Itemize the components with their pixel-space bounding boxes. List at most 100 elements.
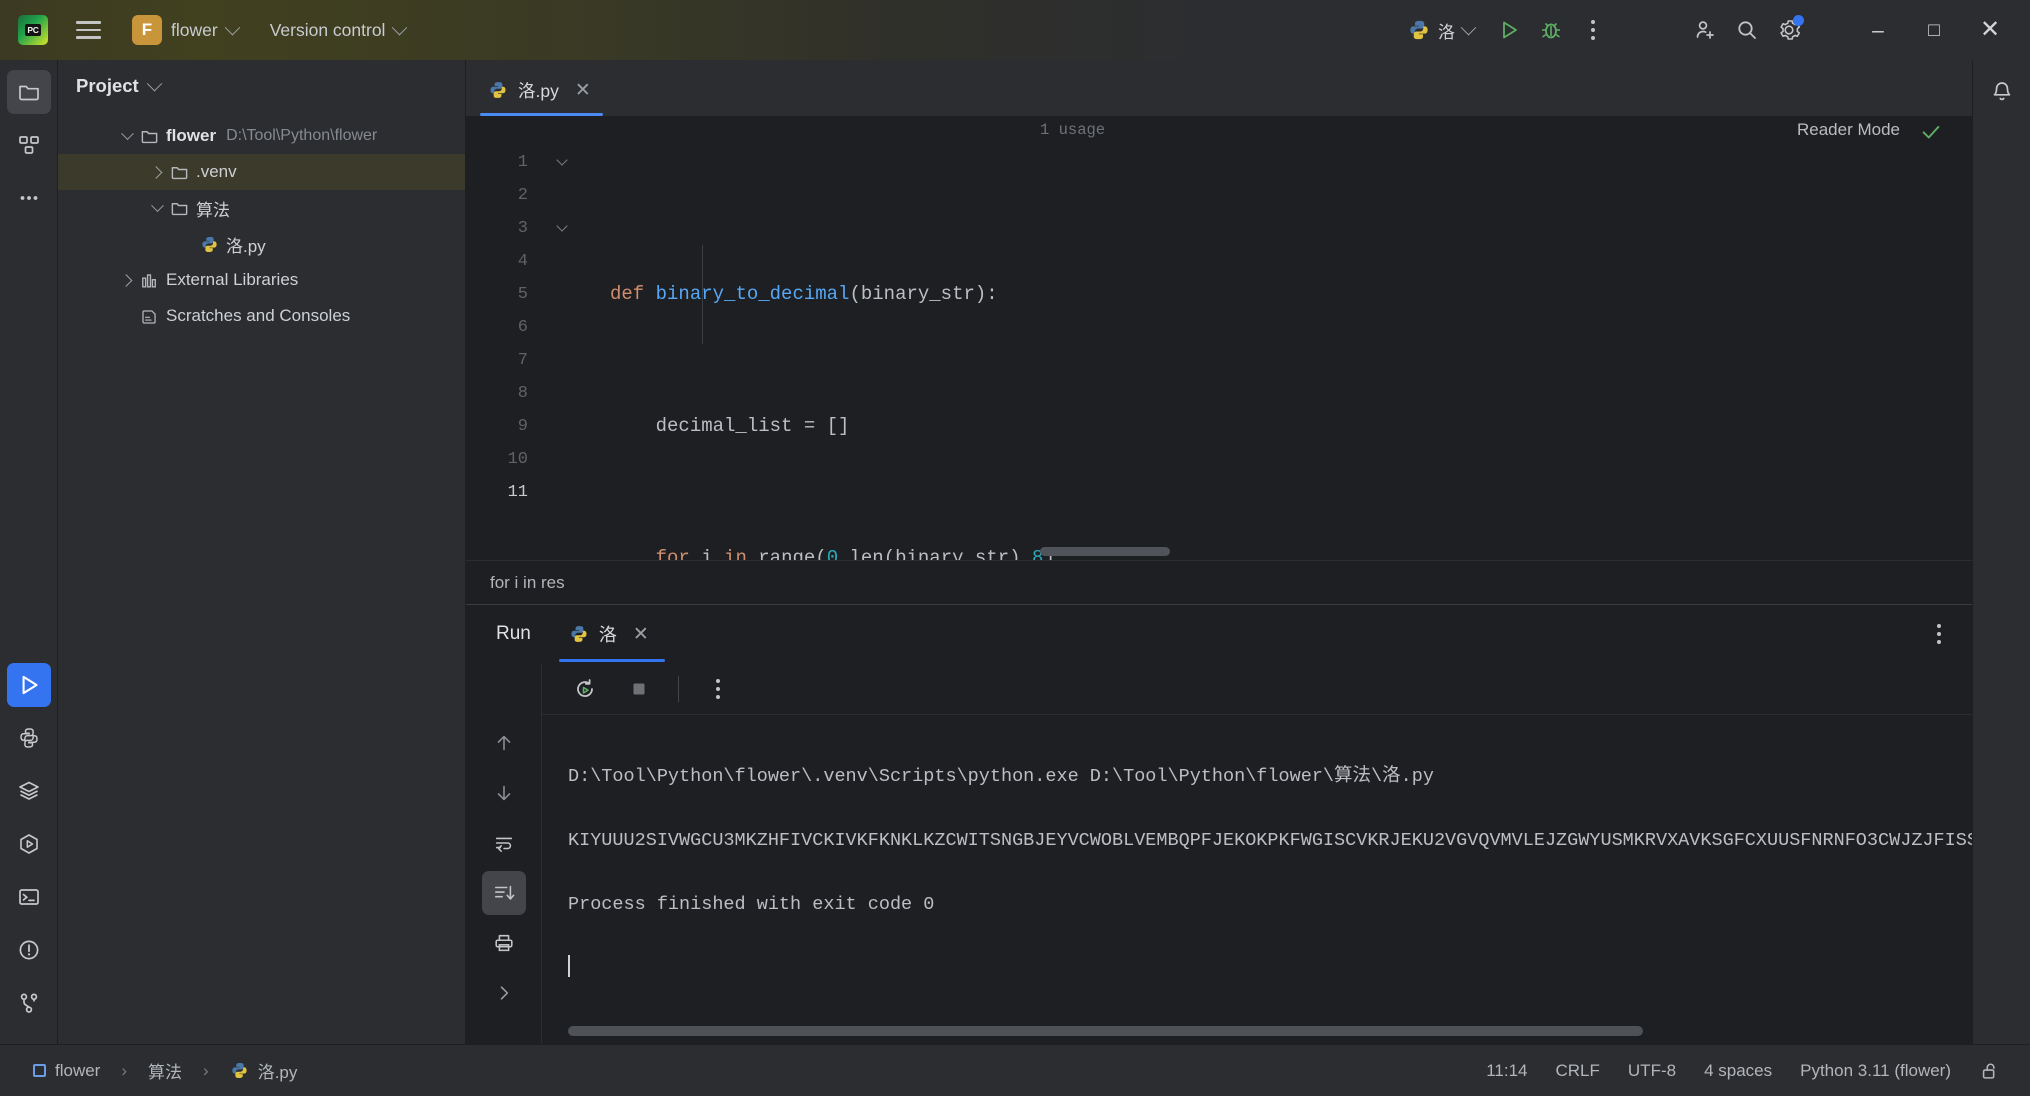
fold-toggle-icon[interactable] (556, 220, 572, 236)
code-line-3[interactable]: for i in range(0,len(binary_str),8): (606, 542, 2030, 560)
up-arrow-icon (497, 735, 510, 751)
expand-toolbar-button[interactable] (482, 971, 526, 1015)
code-editor[interactable]: 1 2 3 4 5 6 7 8 9 10 11 def binary_to_de… (466, 146, 2030, 560)
tree-node-scratches[interactable]: Scratches and Consoles (58, 298, 465, 334)
maximize-button[interactable]: □ (1906, 2, 1962, 58)
indent-setting[interactable]: 4 spaces (1695, 1057, 1781, 1085)
right-rail (1972, 60, 2030, 1044)
editor-tab-close-icon[interactable]: ✕ (569, 77, 597, 104)
code-line-1[interactable]: def binary_to_decimal(binary_str): (606, 278, 2030, 311)
add-user-button[interactable] (1684, 9, 1726, 51)
tree-node-luo-py[interactable]: 洛.py (58, 226, 465, 262)
project-pane-header[interactable]: Project (58, 60, 465, 112)
status-breadcrumb-label: flower (55, 1060, 101, 1080)
status-breadcrumb-file[interactable]: 洛.py (221, 1054, 307, 1087)
editor-tab-luo-py[interactable]: 洛.py ✕ (466, 64, 611, 116)
version-control-menu[interactable]: Version control (261, 13, 415, 48)
console-horizontal-scrollbar[interactable] (568, 1026, 1643, 1036)
tree-node-suanfa[interactable]: 算法 (58, 190, 465, 226)
rail-item-terminal[interactable] (7, 875, 51, 919)
rail-item-project[interactable] (6, 70, 51, 114)
line-number: 8 (517, 384, 528, 403)
editor-horizontal-scrollbar[interactable] (1040, 547, 1170, 556)
rail-item-more[interactable] (7, 176, 51, 220)
console-more-button[interactable] (697, 668, 739, 710)
scroll-up-button[interactable] (482, 721, 526, 765)
code-line-2[interactable]: decimal_list = [] (606, 410, 2030, 443)
rail-item-version-control[interactable] (7, 981, 51, 1025)
scroll-down-button[interactable] (482, 771, 526, 815)
rail-item-python-console[interactable] (7, 716, 51, 760)
more-actions-button[interactable] (1572, 9, 1614, 51)
console-exit-line: Process finished with exit code 0 (568, 894, 935, 915)
editor-gutter[interactable]: 1 2 3 4 5 6 7 8 9 10 11 (466, 146, 606, 560)
python-console-icon (19, 728, 38, 748)
tree-node-flower[interactable]: flower D:\Tool\Python\flower (58, 118, 465, 154)
rail-item-services[interactable] (7, 769, 51, 813)
project-selector[interactable]: flower (162, 13, 247, 48)
rail-item-problems[interactable] (7, 928, 51, 972)
reader-mode-label[interactable]: Reader Mode (1797, 120, 1900, 140)
layers-icon (18, 781, 39, 800)
interpreter-selector[interactable]: Python 3.11 (flower) (1791, 1057, 1960, 1085)
run-console-output[interactable]: D:\Tool\Python\flower\.venv\Scripts\pyth… (542, 715, 2030, 1044)
readonly-toggle[interactable] (1970, 1056, 2010, 1086)
close-button[interactable]: ✕ (1962, 2, 2018, 58)
chevron-right-icon[interactable] (144, 165, 170, 179)
editor-breadcrumb[interactable]: for i in res (466, 560, 2030, 604)
git-branch-icon (20, 993, 37, 1013)
tree-node-venv[interactable]: .venv (58, 154, 465, 190)
token-var-i: i (689, 547, 725, 560)
minimize-button[interactable]: – (1850, 2, 1906, 58)
folder-icon (18, 85, 39, 101)
chevron-right-icon[interactable] (114, 273, 140, 287)
structure-icon (18, 136, 39, 154)
chevron-down-icon (146, 75, 162, 91)
rail-item-run-configurations[interactable] (7, 822, 51, 866)
fold-toggle-icon[interactable] (556, 154, 572, 170)
python-file-icon (490, 82, 506, 98)
console-caret (568, 955, 570, 977)
tree-node-external-libraries[interactable]: External Libraries (58, 262, 465, 298)
chevron-down-icon[interactable] (114, 126, 140, 141)
python-icon (1410, 20, 1428, 40)
debug-button[interactable] (1530, 9, 1572, 51)
status-breadcrumb-folder[interactable]: 算法 (139, 1054, 191, 1087)
run-panel-body: D:\Tool\Python\flower\.venv\Scripts\pyth… (466, 663, 2030, 1044)
rerun-button[interactable] (564, 668, 606, 710)
maximize-icon: □ (1928, 19, 1940, 41)
scroll-to-end-icon (494, 885, 514, 900)
chevron-right-icon (500, 986, 508, 1000)
project-tool-window: Project flower D:\Tool\Python\flower .ve… (58, 60, 466, 1044)
soft-wrap-button[interactable] (482, 821, 526, 865)
rail-item-run[interactable] (6, 663, 51, 707)
notifications-button[interactable] (1980, 70, 2024, 114)
rail-item-structure[interactable] (7, 123, 51, 167)
main-menu-icon[interactable] (66, 8, 110, 52)
inspection-status-icon[interactable] (1920, 121, 1942, 148)
print-button[interactable] (482, 921, 526, 965)
scroll-to-end-button[interactable] (481, 871, 526, 915)
usage-hint-label[interactable]: 1 usage (1040, 121, 1105, 139)
settings-button[interactable] (1768, 9, 1810, 51)
code-lines[interactable]: def binary_to_decimal(binary_str): decim… (606, 146, 2030, 560)
search-button[interactable] (1726, 9, 1768, 51)
debug-icon (1542, 22, 1560, 39)
project-tree: flower D:\Tool\Python\flower .venv 算法 洛.… (58, 112, 465, 334)
toolbar-divider (678, 675, 679, 702)
run-tab-close-icon[interactable]: ✕ (627, 621, 655, 648)
line-separator[interactable]: CRLF (1547, 1057, 1609, 1085)
run-tab-luo[interactable]: 洛 ✕ (558, 606, 665, 662)
run-configuration-selector[interactable]: 洛 (1400, 12, 1482, 49)
file-encoding[interactable]: UTF-8 (1619, 1057, 1685, 1085)
run-button[interactable] (1488, 9, 1530, 51)
project-pane-title: Project (76, 75, 139, 96)
run-panel-options-button[interactable] (1918, 613, 1960, 655)
status-breadcrumb-module[interactable]: flower (24, 1057, 109, 1085)
title-bar: PC F flower Version control 洛 – □ ✕ (0, 0, 2030, 60)
chevron-down-icon[interactable] (144, 198, 170, 213)
stop-button[interactable] (618, 668, 660, 710)
caret-position[interactable]: 11:14 (1477, 1057, 1536, 1085)
